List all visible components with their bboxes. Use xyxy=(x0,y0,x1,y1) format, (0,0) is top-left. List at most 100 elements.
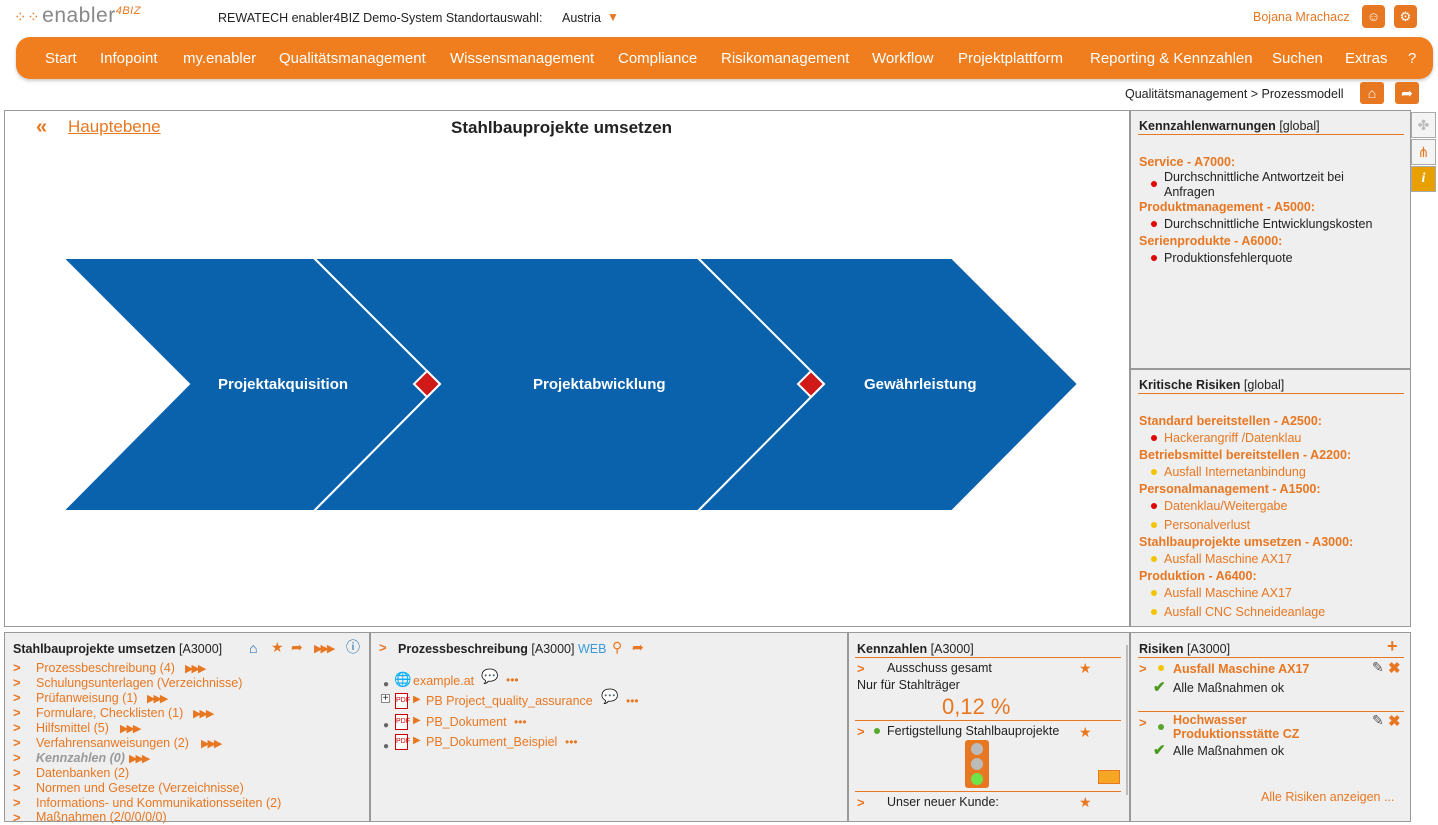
share-arrow-icon[interactable]: ➦ xyxy=(632,639,644,656)
kpi-name[interactable]: Unser neuer Kunde: xyxy=(887,795,999,809)
chart-icon[interactable] xyxy=(1098,770,1120,784)
expand-arrow-icon[interactable]: > xyxy=(13,675,21,690)
expand-arrow-icon[interactable]: > xyxy=(13,780,21,795)
show-all-risks-link[interactable]: Alle Risiken anzeigen ... xyxy=(1261,790,1394,804)
nav-item[interactable]: Hilfsmittel (5) xyxy=(36,721,109,735)
kpi-name[interactable]: Ausschuss gesamt xyxy=(887,661,992,675)
risk-item[interactable]: Ausfall CNC Schneideanlage xyxy=(1164,605,1325,619)
nav-item[interactable]: Prozessbeschreibung (4) xyxy=(36,661,175,675)
risk-group[interactable]: Produktion - A6400: xyxy=(1139,569,1257,583)
expand-arrow-icon[interactable]: > xyxy=(13,750,21,765)
expand-arrow-icon[interactable]: > xyxy=(1139,661,1147,676)
more-dots-icon[interactable]: ••• xyxy=(514,715,527,729)
nav-item[interactable]: Normen und Gesetze (Verzeichnisse) xyxy=(36,781,244,795)
user-profile-icon[interactable]: ☺ xyxy=(1362,5,1385,28)
triple-arrow-icon[interactable]: ▶▶▶ xyxy=(193,707,214,720)
info-icon[interactable]: ⓘ xyxy=(346,637,360,657)
kpi-warning-item[interactable]: Durchschnittliche Entwicklungskosten xyxy=(1164,217,1372,231)
expand-all-icon[interactable]: ▶▶▶ xyxy=(314,642,335,655)
expand-arrow-icon[interactable]: > xyxy=(13,795,21,810)
expand-arrow-icon[interactable]: > xyxy=(13,735,21,750)
info-icon[interactable]: i xyxy=(1411,166,1436,192)
search-doc-icon[interactable]: ⚲ xyxy=(612,639,622,656)
comment-icon[interactable]: 💬 xyxy=(481,668,498,685)
nav-help[interactable]: ? xyxy=(1408,50,1416,67)
expand-tree-icon[interactable]: + xyxy=(381,694,390,704)
doc-link[interactable]: PB_Dokument_Beispiel xyxy=(426,735,557,749)
kpi-name[interactable]: Fertigstellung Stahlbauprojekte xyxy=(887,724,1059,738)
nav-item[interactable]: Informations- und Kommunikationsseiten (… xyxy=(36,796,281,810)
settings-gear-icon[interactable]: ⚙ xyxy=(1394,5,1417,28)
expand-arrow-icon[interactable]: > xyxy=(857,661,865,676)
nav-suchen[interactable]: Suchen xyxy=(1272,50,1323,67)
expand-arrow-icon[interactable]: > xyxy=(13,720,21,735)
nav-item[interactable]: Datenbanken (2) xyxy=(36,766,129,780)
cluster-icon[interactable]: ✤ xyxy=(1411,112,1436,138)
add-risk-icon[interactable]: + xyxy=(1387,636,1398,657)
expand-arrow-icon[interactable]: > xyxy=(13,705,21,720)
play-icon[interactable]: ▶ xyxy=(413,694,421,705)
more-dots-icon[interactable]: ••• xyxy=(565,735,578,749)
share-arrow-icon[interactable]: ➦ xyxy=(291,639,303,656)
expand-arrow-icon[interactable]: > xyxy=(13,765,21,780)
nav-item[interactable]: Prüfanweisung (1) xyxy=(36,691,137,705)
risk-group[interactable]: Betriebsmittel bereitstellen - A2200: xyxy=(1139,448,1351,462)
risk-group[interactable]: Personalmanagement - A1500: xyxy=(1139,482,1321,496)
triple-arrow-icon[interactable]: ▶▶▶ xyxy=(185,662,206,675)
doc-link[interactable]: example.at xyxy=(413,674,474,688)
expand-arrow-icon[interactable]: > xyxy=(857,795,865,810)
nav-item[interactable]: Schulungsunterlagen (Verzeichnisse) xyxy=(36,676,242,690)
delete-icon[interactable]: ✖ xyxy=(1388,712,1401,730)
risk-group[interactable]: Standard bereitstellen - A2500: xyxy=(1139,414,1322,428)
risk-item[interactable]: Hackerangriff /Datenklau xyxy=(1164,431,1301,445)
more-dots-icon[interactable]: ••• xyxy=(626,694,639,708)
expand-arrow-icon[interactable]: > xyxy=(13,690,21,705)
scrollbar[interactable] xyxy=(1126,645,1128,795)
expand-arrow-icon[interactable]: > xyxy=(1139,715,1147,730)
expand-arrow-icon[interactable]: > xyxy=(13,660,21,675)
risk-item[interactable]: Ausfall Maschine AX17 xyxy=(1164,586,1292,600)
triple-arrow-icon[interactable]: ▶▶▶ xyxy=(120,722,141,735)
share-arrow-icon[interactable]: ➦ xyxy=(1395,82,1419,104)
kpi-warning-item[interactable]: Produktionsfehlerquote xyxy=(1164,251,1293,265)
nav-extras[interactable]: Extras xyxy=(1345,50,1388,67)
kpi-warning-item[interactable]: Durchschnittliche Antwortzeit bei Anfrag… xyxy=(1164,170,1364,200)
user-name[interactable]: Bojana Mrachacz xyxy=(1253,10,1350,24)
edit-pencil-icon[interactable]: ✎ xyxy=(1372,659,1384,676)
risk-item[interactable]: Personalverlust xyxy=(1164,518,1250,532)
home-icon[interactable]: ⌂ xyxy=(249,640,257,656)
triple-arrow-icon[interactable]: ▶▶▶ xyxy=(147,692,168,705)
web-link[interactable]: WEB xyxy=(578,642,606,656)
risk-item[interactable]: Datenklau/Weitergabe xyxy=(1164,499,1287,513)
comment-icon[interactable]: 💬 xyxy=(601,688,618,705)
kpi-warning-group[interactable]: Serienprodukte - A6000: xyxy=(1139,234,1282,248)
kpi-warning-group[interactable]: Service - A7000: xyxy=(1139,155,1235,169)
favorite-star-icon[interactable]: ★ xyxy=(1079,794,1092,811)
expand-arrow-icon[interactable]: > xyxy=(857,724,865,739)
nav-item[interactable]: Maßnahmen (2/0/0/0/0) xyxy=(36,810,167,824)
nav-item[interactable]: Verfahrensanweisungen (2) xyxy=(36,736,189,750)
risk-name[interactable]: Ausfall Maschine AX17 xyxy=(1173,662,1309,676)
risk-group[interactable]: Stahlbauprojekte umsetzen - A3000: xyxy=(1139,535,1353,549)
delete-icon[interactable]: ✖ xyxy=(1388,659,1401,677)
home-icon[interactable]: ⌂ xyxy=(1360,82,1384,104)
risk-item[interactable]: Ausfall Maschine AX17 xyxy=(1164,552,1292,566)
favorite-star-icon[interactable]: ★ xyxy=(1079,724,1092,741)
kpi-warning-group[interactable]: Produktmanagement - A5000: xyxy=(1139,200,1315,214)
more-dots-icon[interactable]: ••• xyxy=(506,673,519,687)
play-icon[interactable]: ▶ xyxy=(413,735,421,746)
triple-arrow-icon[interactable]: ▶▶▶ xyxy=(129,752,150,765)
network-icon[interactable]: ⋔ xyxy=(1411,139,1436,165)
favorite-star-icon[interactable]: ★ xyxy=(1079,660,1092,677)
nav-item-disabled[interactable]: Kennzahlen (0) xyxy=(36,751,125,765)
triple-arrow-icon[interactable]: ▶▶▶ xyxy=(201,737,222,750)
play-icon[interactable]: ▶ xyxy=(413,715,421,726)
risk-item[interactable]: Ausfall Internetanbindung xyxy=(1164,465,1306,479)
edit-pencil-icon[interactable]: ✎ xyxy=(1372,712,1384,729)
expand-arrow-icon[interactable]: > xyxy=(379,640,387,655)
favorite-star-icon[interactable]: ★ xyxy=(271,639,284,656)
risk-name[interactable]: Hochwasser Produktionsstätte CZ xyxy=(1173,713,1353,741)
doc-link[interactable]: PB_Dokument xyxy=(426,715,507,729)
nav-item[interactable]: Formulare, Checklisten (1) xyxy=(36,706,183,720)
doc-link[interactable]: PB Project_quality_assurance xyxy=(426,694,593,708)
